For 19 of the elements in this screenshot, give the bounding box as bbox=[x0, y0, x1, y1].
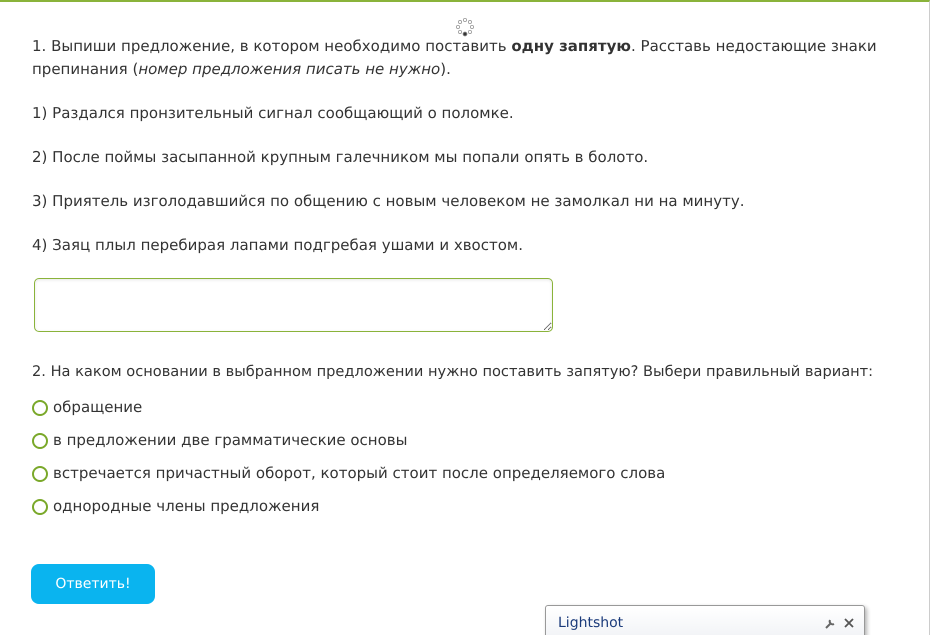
radio-button[interactable] bbox=[32, 466, 48, 482]
task-prompt: 1. Выпиши предложение, в котором необходимо поставить одну запятую. Расставь недостающие знаки препинания (номер предложения писать не нужно). bbox=[32, 36, 878, 80]
answer-box[interactable] bbox=[34, 278, 553, 332]
option-label[interactable]: в предложении две грамматические основы bbox=[53, 429, 408, 452]
option-label[interactable]: встречается причастный оборот, который стоит после определяемого слова bbox=[53, 462, 666, 485]
sentence-text: 3) Приятель изголодавшийся по общению с новым человеком не замолкал ни на минуту. bbox=[32, 191, 746, 212]
sentence-text: 4) Заяц плыл перебирая лапами подгребая ушами и хвостом. bbox=[32, 235, 524, 256]
radio-button[interactable] bbox=[32, 432, 48, 448]
option-label[interactable]: однородные члены предложения bbox=[53, 495, 320, 518]
option-label[interactable]: обращение bbox=[53, 396, 142, 419]
question-text: 2. На каком основании в выбранном предложении нужно поставить запятую? Выбери правильный вариант: bbox=[32, 362, 874, 382]
sentence-text: 2) После поймы засыпанной крупным галечником мы попали опять в болото. bbox=[32, 147, 650, 168]
wrench-icon[interactable] bbox=[825, 618, 836, 629]
loading-spinner-icon bbox=[455, 17, 475, 37]
close-icon[interactable] bbox=[844, 618, 854, 628]
radio-button[interactable] bbox=[32, 400, 48, 416]
popup-title: Lightshot bbox=[558, 615, 624, 632]
radio-button[interactable] bbox=[32, 498, 48, 514]
sentence-text: 1) Раздался пронзительный сигнал сообщающий о поломке. bbox=[32, 103, 515, 124]
